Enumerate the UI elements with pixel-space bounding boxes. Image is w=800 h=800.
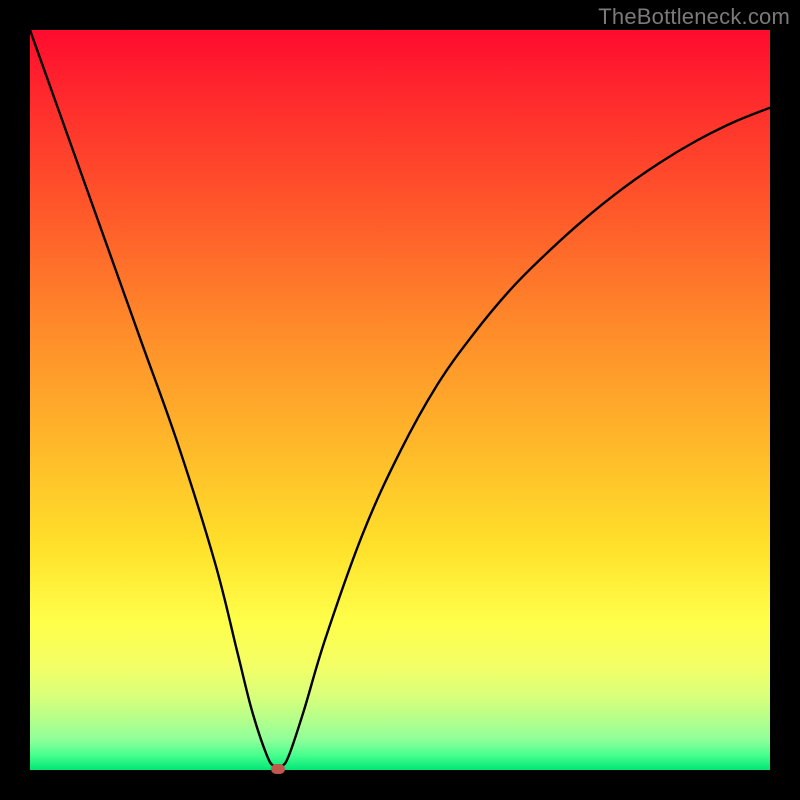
watermark-label: TheBottleneck.com [598,4,790,30]
plot-area [30,30,770,770]
optimal-point-marker [271,764,285,774]
bottleneck-curve [30,30,770,770]
chart-frame: TheBottleneck.com [0,0,800,800]
